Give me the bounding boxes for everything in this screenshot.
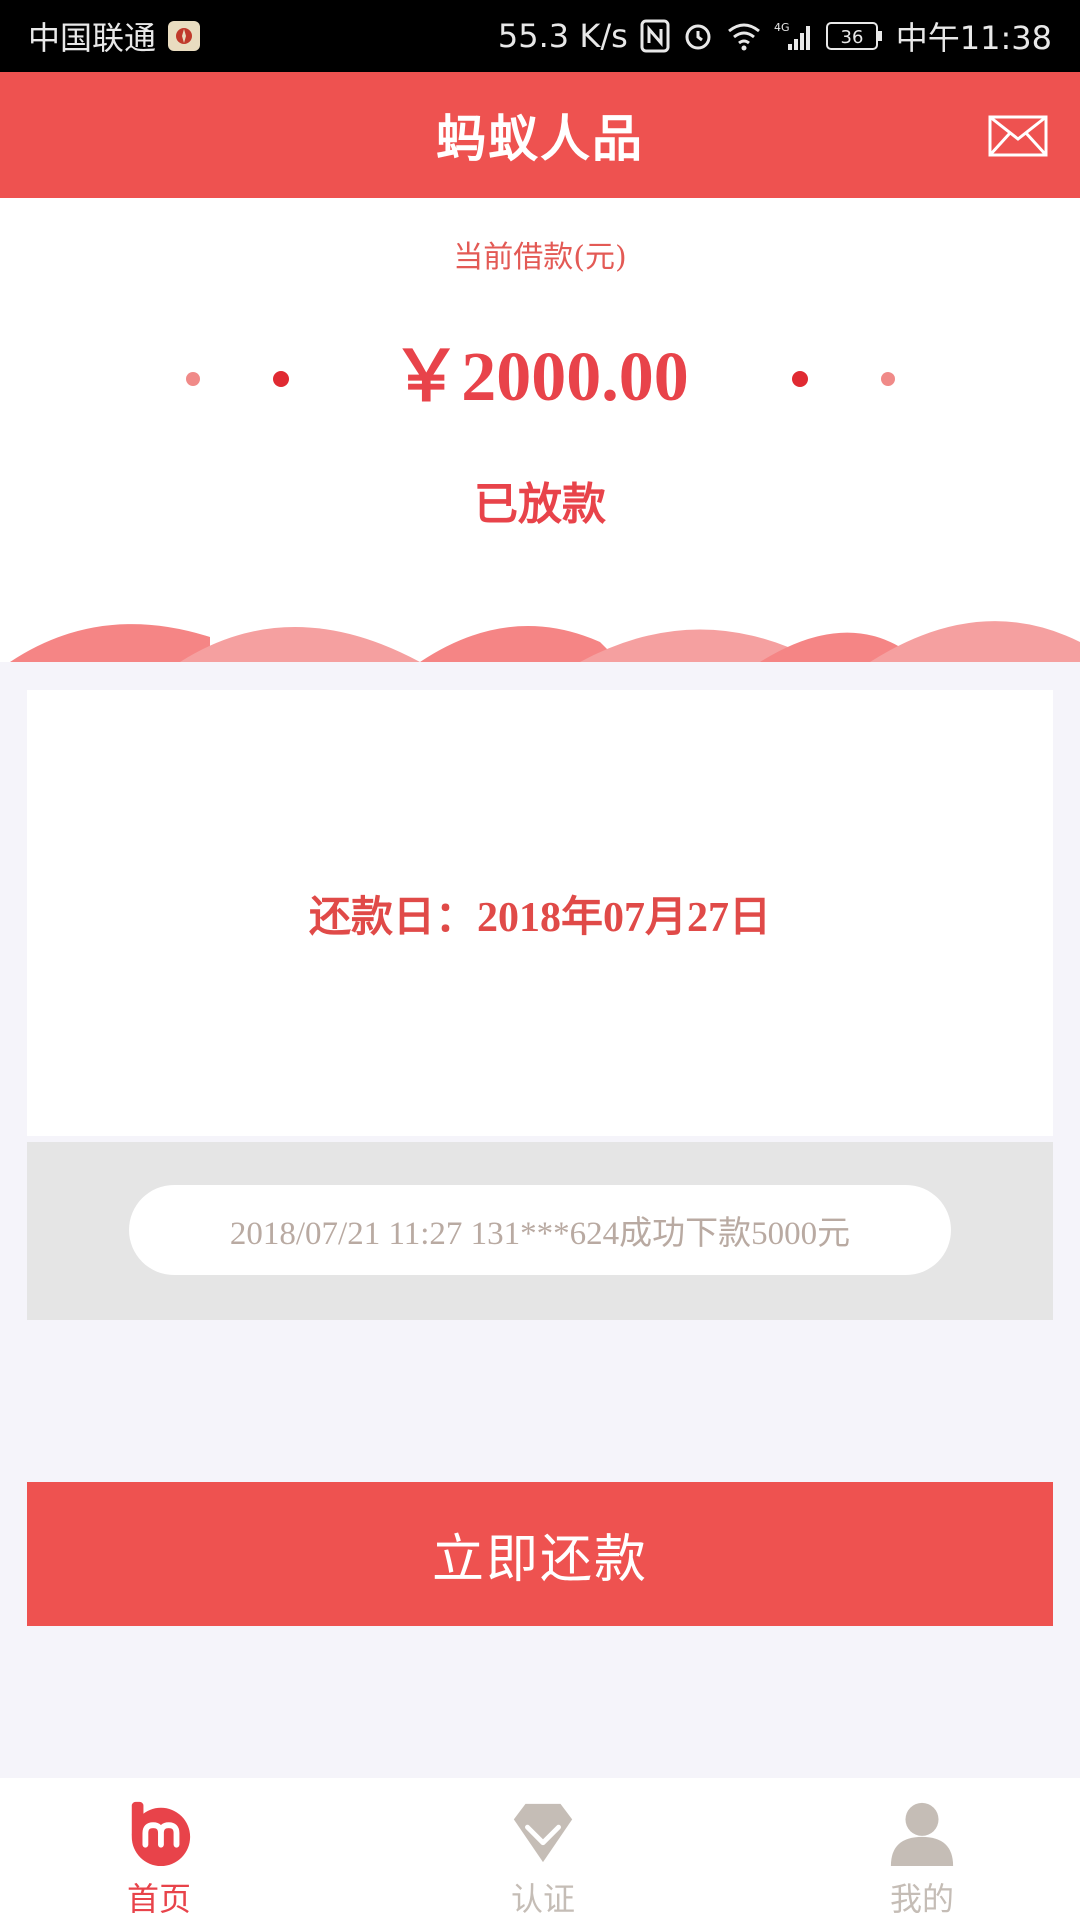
network-type: 4G xyxy=(774,21,790,34)
page-title: 蚂蚁人品 xyxy=(436,110,644,168)
home-logo-icon xyxy=(131,1801,191,1867)
loan-status: 已放款 xyxy=(474,479,606,530)
diamond-check-icon xyxy=(513,1803,573,1863)
alarm-icon xyxy=(682,20,714,52)
due-date-text: 还款日：2018年07月27日 xyxy=(308,894,771,941)
wave-decoration xyxy=(10,621,1080,662)
carrier-name: 中国联通 xyxy=(28,19,157,57)
announcement-band: 2018/07/21 11:27 131***624成功下款5000元 xyxy=(27,1142,1053,1320)
user-icon xyxy=(890,1802,954,1867)
loan-caption: 当前借款(元) xyxy=(453,240,627,275)
nav-item-home[interactable]: 首页 xyxy=(59,1778,259,1920)
carrier-app-icon xyxy=(168,21,201,51)
battery-icon: 36 xyxy=(825,21,884,51)
envelope-icon xyxy=(988,115,1048,157)
loan-amount: ￥2000.00 xyxy=(391,339,689,416)
amount-row: ￥2000.00 xyxy=(0,328,1080,428)
nav-item-mine[interactable]: 我的 xyxy=(822,1778,1022,1920)
status-bar: 中国联通 55.3 K/s 4G 36 中午11:38 xyxy=(0,0,1080,72)
announcement-text: 2018/07/21 11:27 131***624成功下款5000元 xyxy=(229,1216,851,1252)
cell-signal-icon: 4G xyxy=(774,20,814,52)
clock: 中午11:38 xyxy=(895,19,1052,57)
due-date-card: 还款日：2018年07月27日 xyxy=(27,690,1053,1136)
nav-label-home: 首页 xyxy=(126,1880,191,1918)
loan-summary: 当前借款(元) ￥2000.00 已放款 xyxy=(0,198,1080,662)
battery-level: 36 xyxy=(840,27,863,48)
repay-now-button[interactable]: 立即还款 xyxy=(27,1482,1053,1626)
app-header: 蚂蚁人品 xyxy=(0,72,1080,198)
nav-label-verify: 认证 xyxy=(510,1880,575,1918)
announcement-pill: 2018/07/21 11:27 131***624成功下款5000元 xyxy=(129,1185,951,1275)
bottom-nav: 首页 认证 我的 xyxy=(0,1778,1080,1920)
nfc-icon xyxy=(640,19,670,53)
nav-label-mine: 我的 xyxy=(889,1880,954,1918)
messages-button[interactable] xyxy=(988,115,1048,157)
nav-item-verify[interactable]: 认证 xyxy=(443,1778,643,1920)
network-speed: 55.3 K/s xyxy=(497,17,628,55)
wifi-icon xyxy=(726,21,762,51)
